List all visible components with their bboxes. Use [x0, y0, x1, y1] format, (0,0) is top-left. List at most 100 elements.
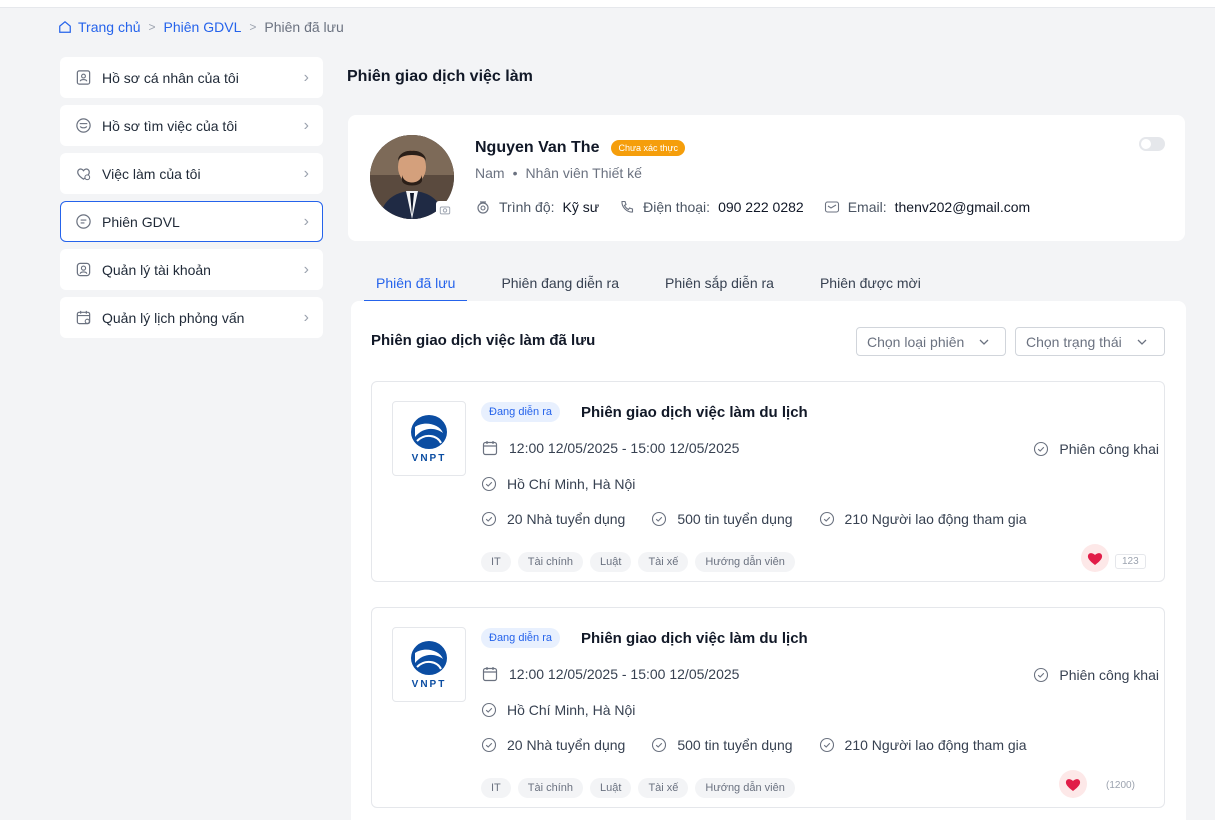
session-location: Hồ Chí Minh, Hà Nội: [507, 702, 636, 718]
camera-icon[interactable]: [436, 201, 454, 219]
calendar-icon: [482, 667, 498, 682]
saved-sessions-panel: Phiên giao dịch việc làm đã lưu Chọn loạ…: [351, 301, 1186, 820]
my-jobs-icon: [74, 165, 92, 183]
session-title[interactable]: Phiên giao dịch việc làm du lịch: [581, 630, 808, 647]
postings-count: 500 tin tuyển dụng: [677, 511, 793, 527]
session-tabs: Phiên đã lưu Phiên đang diễn ra Phiên sắ…: [364, 270, 955, 302]
profile-subtitle: Nam • Nhân viên Thiết kế: [475, 165, 642, 181]
session-time-row: 12:00 12/05/2025 - 15:00 12/05/2025: [481, 439, 739, 457]
session-time: 12:00 12/05/2025 - 15:00 12/05/2025: [509, 440, 740, 456]
session-time: 12:00 12/05/2025 - 15:00 12/05/2025: [509, 666, 740, 682]
session-visibility-row: Phiên công khai: [1033, 441, 1159, 457]
phone-label: Điện thoại:: [643, 199, 711, 215]
email-icon: [824, 201, 839, 213]
heart-icon: [1087, 552, 1103, 565]
sidebar-item-job-profile[interactable]: Hồ sơ tìm việc của tôi ›: [60, 105, 323, 146]
session-card[interactable]: VNPT Đang diễn ra Phiên giao dịch việc l…: [371, 607, 1165, 808]
check-circle-icon: [481, 737, 497, 753]
employers-stat: 20 Nhà tuyển dụng: [481, 737, 625, 753]
tab-saved-sessions[interactable]: Phiên đã lưu: [364, 270, 468, 302]
chevron-down-icon: [1137, 339, 1147, 345]
sidebar-item-account[interactable]: Quản lý tài khoản ›: [60, 249, 323, 290]
session-stats-row: 20 Nhà tuyển dụng 500 tin tuyển dụng 210…: [481, 511, 1053, 527]
account-icon: [74, 261, 92, 279]
profile-visibility-toggle[interactable]: [1139, 137, 1165, 151]
profile-position: Nhân viên Thiết kế: [525, 165, 642, 181]
email-info: Email: thenv202@gmail.com: [824, 199, 1031, 215]
heart-icon: [1065, 778, 1081, 791]
email-value: thenv202@gmail.com: [894, 199, 1031, 215]
separator-dot: •: [512, 165, 518, 181]
session-time-row: 12:00 12/05/2025 - 15:00 12/05/2025: [481, 665, 739, 683]
home-icon: [59, 20, 71, 33]
tag-chip: IT: [481, 552, 511, 572]
tab-invited-sessions[interactable]: Phiên được mời: [808, 270, 933, 302]
session-location-row: Hồ Chí Minh, Hà Nội: [481, 476, 635, 492]
session-status-placeholder: Chọn trạng thái: [1026, 333, 1122, 350]
check-circle-icon: [481, 476, 497, 492]
workers-count: 210 Người lao động tham gia: [844, 737, 1027, 753]
employers-stat: 20 Nhà tuyển dụng: [481, 511, 625, 527]
education-info: Trình độ: Kỹ sư: [475, 199, 599, 215]
tag-chip: Hướng dẫn viên: [695, 552, 795, 572]
company-logo: VNPT: [392, 401, 466, 476]
sidebar-item-label: Hồ sơ cá nhân của tôi: [102, 69, 239, 86]
breadcrumb-separator: >: [249, 20, 257, 34]
education-icon: [477, 201, 489, 214]
check-circle-icon: [819, 511, 834, 527]
logo-text: VNPT: [411, 453, 447, 464]
workers-count: 210 Người lao động tham gia: [844, 511, 1027, 527]
breadcrumb-home-link[interactable]: Trang chủ: [58, 19, 141, 35]
check-circle-icon: [481, 511, 497, 527]
education-label: Trình độ:: [499, 199, 555, 215]
sidebar-item-personal-profile[interactable]: Hồ sơ cá nhân của tôi ›: [60, 57, 323, 98]
sidebar-item-interview-schedule[interactable]: Quản lý lịch phỏng vấn ›: [60, 297, 323, 338]
breadcrumb: Trang chủ > Phiên GDVL > Phiên đã lưu: [58, 19, 344, 35]
session-status-select[interactable]: Chọn trạng thái: [1015, 327, 1165, 356]
check-circle-icon: [1034, 667, 1049, 683]
session-location-row: Hồ Chí Minh, Hà Nội: [481, 702, 635, 718]
logo-text: VNPT: [411, 679, 447, 690]
profile-gender: Nam: [475, 165, 505, 181]
tag-list: IT Tài chính Luật Tài xế Hướng dẫn viên: [481, 552, 795, 572]
employers-count: 20 Nhà tuyển dụng: [507, 737, 626, 753]
sidebar-item-my-jobs[interactable]: Việc làm của tôi ›: [60, 153, 323, 194]
check-circle-icon: [652, 737, 667, 753]
sidebar-item-sessions[interactable]: Phiên GDVL ›: [60, 201, 323, 242]
chevron-right-icon: ›: [303, 116, 309, 134]
favorite-button[interactable]: [1059, 770, 1087, 798]
tag-chip: IT: [481, 778, 511, 798]
chevron-down-icon: [979, 339, 989, 345]
tag-chip: Tài xế: [638, 778, 689, 798]
company-logo: VNPT: [392, 627, 466, 702]
postings-stat: 500 tin tuyển dụng: [651, 511, 793, 527]
favorite-button[interactable]: [1081, 544, 1109, 572]
session-title[interactable]: Phiên giao dịch việc làm du lịch: [581, 404, 808, 421]
tag-chip: Tài chính: [517, 552, 584, 572]
like-count: 123: [1115, 554, 1146, 569]
job-profile-icon: [74, 117, 92, 135]
session-type-select[interactable]: Chọn loại phiên: [856, 327, 1006, 356]
tab-upcoming-sessions[interactable]: Phiên sắp diễn ra: [653, 270, 786, 302]
profile-badge-icon: [74, 69, 92, 87]
status-badge: Đang diễn ra: [481, 628, 560, 648]
calendar-icon: [482, 441, 498, 456]
tag-list: IT Tài chính Luật Tài xế Hướng dẫn viên: [481, 778, 795, 798]
email-label: Email:: [847, 199, 887, 215]
tag-chip: Tài chính: [517, 778, 584, 798]
sidebar-item-label: Việc làm của tôi: [102, 165, 201, 182]
tag-chip: Luật: [590, 778, 632, 798]
tag-chip: Tài xế: [638, 552, 689, 572]
tab-ongoing-sessions[interactable]: Phiên đang diễn ra: [489, 270, 631, 302]
workers-stat: 210 Người lao động tham gia: [819, 737, 1027, 753]
breadcrumb-section-link[interactable]: Phiên GDVL: [164, 19, 242, 35]
sidebar: Hồ sơ cá nhân của tôi › Hồ sơ tìm việc c…: [60, 57, 323, 345]
status-badge: Đang diễn ra: [481, 402, 560, 422]
session-card[interactable]: VNPT Đang diễn ra Phiên giao dịch việc l…: [371, 381, 1165, 582]
phone-info: Điện thoại: 090 222 0282: [619, 199, 804, 215]
breadcrumb-home-label: Trang chủ: [78, 19, 141, 35]
vnpt-logo-icon: [411, 415, 447, 449]
list-title: Phiên giao dịch việc làm đã lưu: [371, 332, 596, 349]
phone-value: 090 222 0282: [718, 199, 804, 215]
education-value: Kỹ sư: [562, 199, 600, 215]
